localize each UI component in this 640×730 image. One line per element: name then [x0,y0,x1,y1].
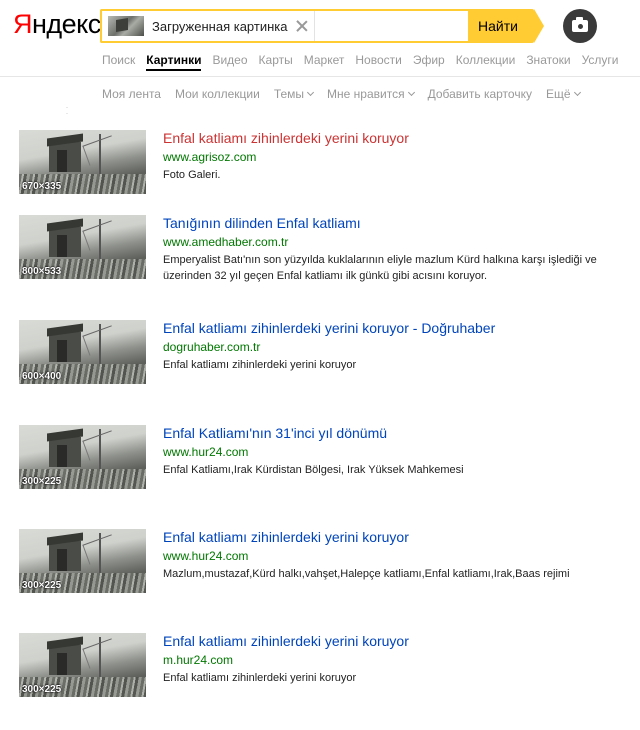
service-tab-1[interactable]: Картинки [146,52,202,71]
services-nav: Поиск Картинки Видео Карты Маркет Новости Эфир… [102,52,630,71]
thumbnail-tree [99,429,101,469]
result-description: Mazlum,mustazaf,Kürd halkı,vahşet,Halepç… [163,568,570,580]
subnav-label: Мне нравится [327,87,405,101]
result-url-link[interactable]: www.hur24.com [163,549,248,563]
result-url-link[interactable]: www.hur24.com [163,445,248,459]
result-item: 300×225 Enfal Katliamı'nın 31'inci yıl dö… [0,423,640,513]
result-thumbnail[interactable]: 300×225 [19,633,146,697]
result-description: Enfal katliamı zihinlerdeki yerini koruy… [163,672,357,684]
yandex-logo[interactable]: Яндекс [13,9,101,40]
subnav-label: Мои коллекции [174,87,260,101]
service-tab-7[interactable]: Коллекции [456,52,516,68]
chevron-down-icon [573,88,581,97]
result-description: Enfal katliamı zihinlerdeki yerini koruy… [163,359,357,371]
chevron-down-icon [307,88,315,97]
thumbnail-building [49,142,81,172]
subnav-label: Ещё [545,87,571,101]
thumbnail-building [49,645,81,675]
result-title-link[interactable]: Enfal katliamı zihinlerdeki yerini koruy… [163,633,409,649]
image-size-badge: 800×533 [22,266,62,277]
thumbnail-building [49,227,81,257]
uploaded-image-chip: Загруженная картинка [108,16,309,36]
service-tab-9[interactable]: Услуги [582,52,619,68]
thumbnail-tree [99,533,101,573]
subnav-label: Добавить карточку [427,87,532,101]
logo-text: ндекс [32,9,101,39]
thumbnail-tree [99,134,101,174]
header: Яндекс Загруженная картинка Найти [0,0,640,46]
thumbnail-building [49,437,81,467]
service-tab-2[interactable]: Видео [212,52,247,68]
result-title-link[interactable]: Enfal katliamı zihinlerdeki yerini koruy… [163,529,409,545]
search-box[interactable]: Загруженная картинка [100,9,468,43]
thumbnail-tree [99,219,101,259]
close-icon[interactable] [295,19,309,33]
service-tab-5[interactable]: Новости [355,52,401,68]
result-thumbnail[interactable]: 300×225 [19,529,146,593]
scroll-artifact: · · [66,105,70,117]
search-separator [314,11,315,41]
service-tab-6[interactable]: Эфир [413,52,445,68]
result-item: 800×533 Tanığının dilinden Enfal katliamı… [0,213,640,303]
logo-letter: Я [13,9,33,39]
image-size-badge: 600×400 [22,371,62,382]
result-url-link[interactable]: www.amedhaber.com.tr [163,235,288,249]
result-description: Enfal Katliamı,Irak Kürdistan Bölgesi, I… [163,464,464,476]
sub-nav: Моя лента Мои коллекции Темы Мне нравится До… [102,87,594,101]
subnav-item-1[interactable]: Мои коллекции [175,87,260,101]
image-size-badge: 300×225 [22,476,62,487]
search-button[interactable]: Найти [468,9,544,43]
result-title-link[interactable]: Tanığının dilinden Enfal katliamı [163,215,361,231]
result-url-link[interactable]: www.agrisoz.com [163,150,256,164]
subnav-item-4[interactable]: Добавить карточку [428,87,532,101]
image-size-badge: 300×225 [22,684,62,695]
result-item: 600×400 Enfal katliamı zihinlerdeki yerin… [0,318,640,408]
result-title-link[interactable]: Enfal Katliamı'nın 31'inci yıl dönümü [163,425,387,441]
service-tab-0[interactable]: Поиск [102,52,135,68]
service-tab-4[interactable]: Маркет [304,52,345,68]
uploaded-image-thumbnail [108,16,144,36]
subnav-item-5[interactable]: Ещё [545,87,581,101]
thumbnail-building [49,541,81,571]
result-thumbnail[interactable]: 670×335 [19,130,146,194]
result-title-link[interactable]: Enfal katliamı zihinlerdeki yerini koruy… [163,130,409,146]
result-item: 300×225 Enfal katliamı zihinlerdeki yerin… [0,631,640,721]
chevron-down-icon [407,88,415,97]
chip-label: Загруженная картинка [152,18,288,34]
subnav-item-3[interactable]: Мне нравится [327,87,415,101]
result-description: Foto Galeri. [163,169,221,181]
service-tab-3[interactable]: Карты [259,52,293,68]
subnav-item-2[interactable]: Темы [273,87,315,101]
camera-icon [572,17,588,32]
nav-divider [0,76,640,77]
camera-search-button[interactable] [563,9,597,43]
service-tab-8[interactable]: Знатоки [526,52,570,68]
result-thumbnail[interactable]: 300×225 [19,425,146,489]
result-description: Emperyalist Batı'nın son yüzyılda kuklal… [163,254,597,282]
result-item: 670×335 Enfal katliamı zihinlerdeki yerin… [0,128,640,218]
thumbnail-building [49,332,81,362]
result-thumbnail[interactable]: 600×400 [19,320,146,384]
result-item: 300×225 Enfal katliamı zihinlerdeki yerin… [0,527,640,617]
subnav-label: Темы [273,87,305,101]
image-size-badge: 670×335 [22,181,62,192]
result-thumbnail[interactable]: 800×533 [19,215,146,279]
thumbnail-tree [99,637,101,677]
thumbnail-tree [99,324,101,364]
subnav-label: Моя лента [102,87,161,101]
subnav-item-0[interactable]: Моя лента [102,87,161,101]
result-url-link[interactable]: dogruhaber.com.tr [163,340,260,354]
result-url-link[interactable]: m.hur24.com [163,653,233,667]
image-size-badge: 300×225 [22,580,62,591]
result-title-link[interactable]: Enfal katliamı zihinlerdeki yerini koruy… [163,320,495,336]
